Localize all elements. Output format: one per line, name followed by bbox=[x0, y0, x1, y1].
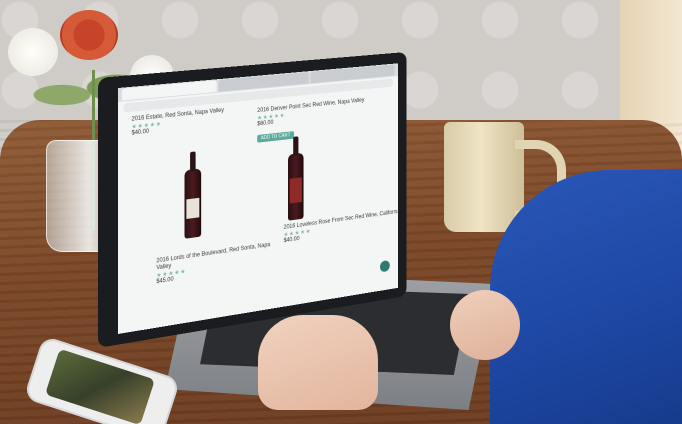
add-to-cart-button[interactable]: ADD TO CART bbox=[257, 131, 294, 143]
product-card[interactable]: 2016 Lords of the Boulevard, Red Sonta, … bbox=[156, 240, 283, 285]
wine-bottle[interactable] bbox=[184, 168, 202, 239]
product-card[interactable]: 2016 Denver Point Sec Red Wine, Napa Val… bbox=[257, 96, 376, 144]
coffee-mug bbox=[444, 122, 524, 232]
wine-bottle[interactable] bbox=[287, 152, 304, 221]
photo-scene: 2016 Estate, Red Sonta, Napa Valley ★★★★… bbox=[0, 0, 682, 424]
laptop-screen: 2016 Estate, Red Sonta, Napa Valley ★★★★… bbox=[118, 63, 398, 335]
right-hand bbox=[450, 290, 520, 360]
bottle-label bbox=[289, 177, 302, 204]
chat-icon[interactable] bbox=[379, 259, 390, 273]
left-hand bbox=[258, 315, 378, 410]
red-flower bbox=[60, 10, 118, 60]
white-flower bbox=[8, 28, 58, 76]
bottle-label bbox=[186, 197, 200, 219]
